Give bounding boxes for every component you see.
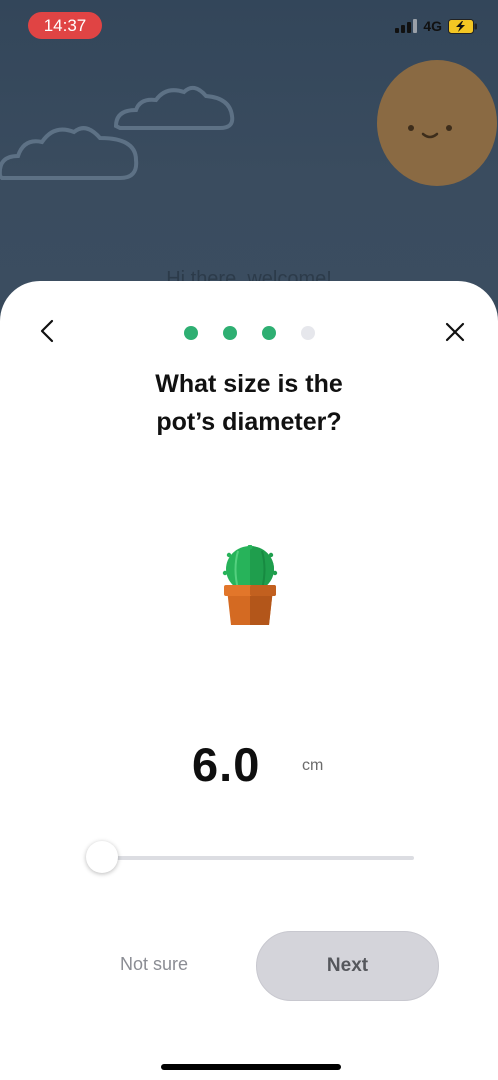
question-sheet: What size is the pot’s diameter? 6.0 cm … [0,281,498,1080]
not-sure-button[interactable]: Not sure [104,954,204,975]
progress-dot-current [261,326,276,340]
potted-cactus-icon [222,545,278,625]
sun-face-icon [408,125,452,139]
next-button[interactable]: Next [256,931,439,1001]
network-type: 4G [423,18,442,34]
status-time: 14:37 [28,12,102,39]
slider-track[interactable] [102,856,414,860]
slider-thumb[interactable] [86,841,118,873]
question-title: What size is the pot’s diameter? [0,365,498,441]
cloud-illustration [0,126,139,180]
question-line-2: pot’s diameter? [156,408,342,436]
unit-label: cm [302,757,324,774]
progress-dot-complete [183,326,198,340]
diameter-value: 6.0 [192,738,261,791]
close-icon[interactable] [444,321,466,343]
battery-charging-icon [448,18,477,34]
diameter-slider[interactable] [86,841,416,873]
progress-dot-complete [222,326,237,340]
signal-icon [395,19,418,33]
progress-dot-pending [300,326,315,340]
status-bar: 14:37 4G [0,0,498,54]
progress-dots [0,326,498,340]
home-indicator[interactable] [161,1064,341,1070]
question-line-1: What size is the [155,370,343,398]
sun-illustration [377,60,497,186]
status-indicators: 4G [395,18,478,34]
